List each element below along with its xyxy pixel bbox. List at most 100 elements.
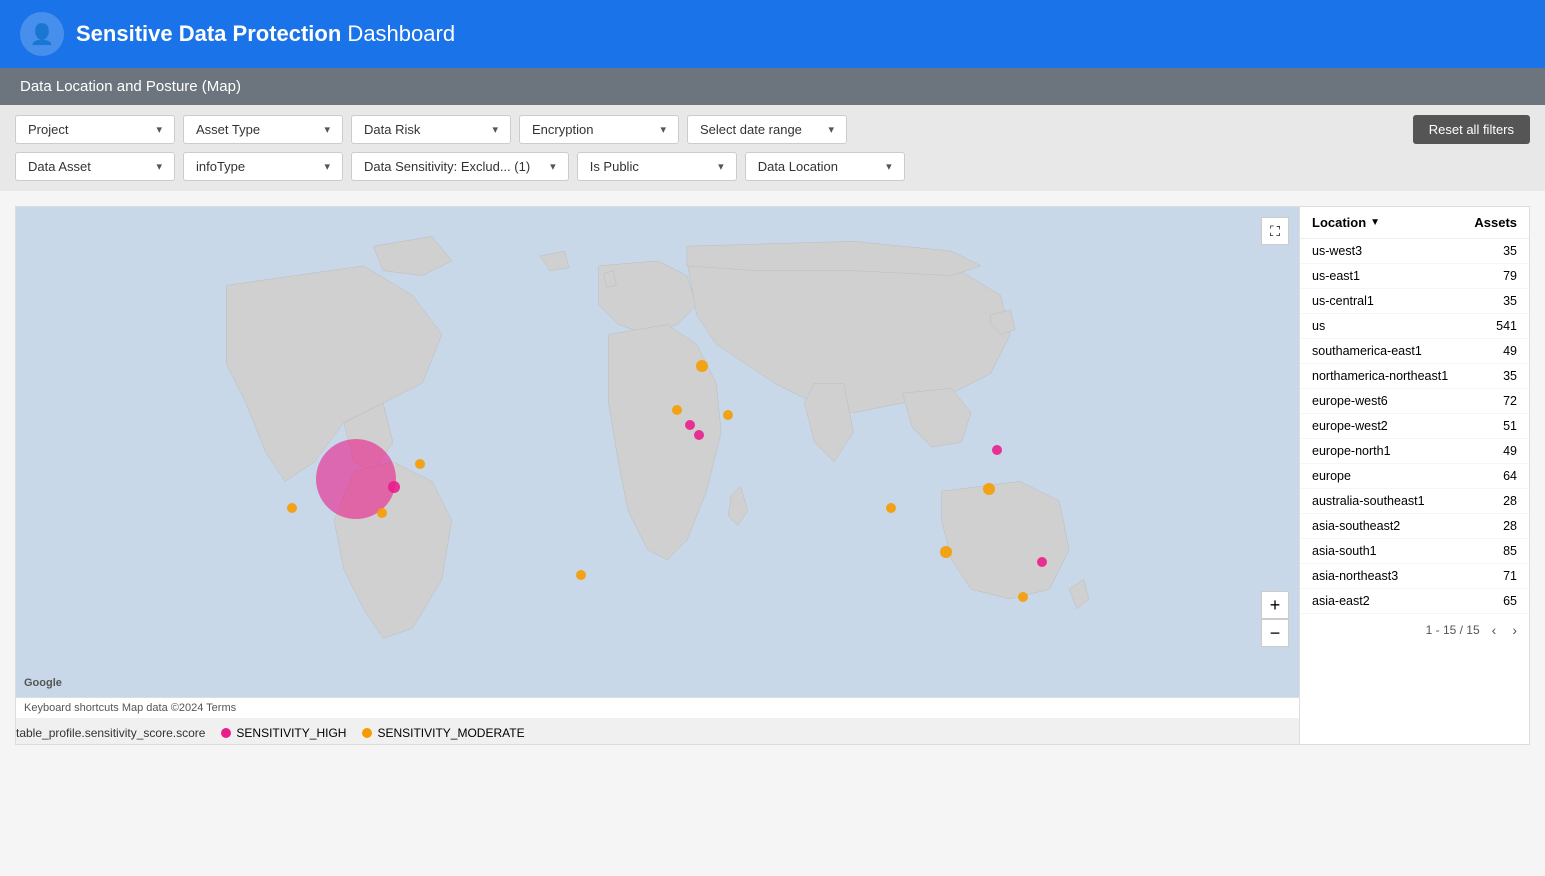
chevron-down-icon: ▾ xyxy=(886,160,892,173)
chevron-down-icon: ▾ xyxy=(550,160,556,173)
chevron-down-icon: ▾ xyxy=(156,160,162,173)
table-row: europe 64 xyxy=(1300,464,1529,489)
chevron-down-icon: ▾ xyxy=(718,160,724,173)
location-name: us-east1 xyxy=(1312,269,1360,283)
location-assets: 35 xyxy=(1503,294,1517,308)
main-content: ⛶ + − Google Keyboard shortcuts Map data… xyxy=(0,191,1545,760)
location-side-panel: Location ▼ Assets us-west335us-east179us… xyxy=(1300,206,1530,745)
reset-all-filters-button[interactable]: Reset all filters xyxy=(1413,115,1530,144)
location-assets: 49 xyxy=(1503,344,1517,358)
location-name: us xyxy=(1312,319,1325,333)
app-header: 👤 Sensitive Data Protection Dashboard xyxy=(0,0,1545,68)
table-row: asia-southeast2 28 xyxy=(1300,514,1529,539)
title-light: Dashboard xyxy=(341,21,455,46)
pagination: 1 - 15 / 15 ‹ › xyxy=(1300,614,1529,646)
pagination-info: 1 - 15 / 15 xyxy=(1426,623,1480,637)
table-row: europe-west6 72 xyxy=(1300,389,1529,414)
map-wrapper: ⛶ + − Google Keyboard shortcuts Map data… xyxy=(15,206,1300,745)
high-dot xyxy=(221,728,231,738)
location-assets: 79 xyxy=(1503,269,1517,283)
table-row: southamerica-east1 49 xyxy=(1300,339,1529,364)
table-row: us-central1 35 xyxy=(1300,289,1529,314)
filter-asset-type[interactable]: Asset Type ▾ xyxy=(183,115,343,144)
location-name: asia-northeast3 xyxy=(1312,569,1398,583)
legend-item-moderate: SENSITIVITY_MODERATE xyxy=(362,726,524,740)
filter-infotype[interactable]: infoType ▾ xyxy=(183,152,343,181)
location-name: europe-west6 xyxy=(1312,394,1388,408)
location-assets: 541 xyxy=(1496,319,1517,333)
location-name: europe-north1 xyxy=(1312,444,1391,458)
location-assets: 35 xyxy=(1503,244,1517,258)
location-assets: 35 xyxy=(1503,369,1517,383)
table-row: asia-northeast3 71 xyxy=(1300,564,1529,589)
filter-row-1: Project ▾ Asset Type ▾ Data Risk ▾ Encry… xyxy=(15,115,1530,144)
table-row: australia-southeast1 28 xyxy=(1300,489,1529,514)
filter-data-asset[interactable]: Data Asset ▾ xyxy=(15,152,175,181)
filter-data-risk[interactable]: Data Risk ▾ xyxy=(351,115,511,144)
filter-row-2: Data Asset ▾ infoType ▾ Data Sensitivity… xyxy=(15,152,1530,181)
moderate-dot xyxy=(362,728,372,738)
chevron-down-icon: ▾ xyxy=(324,160,330,173)
zoom-out-button[interactable]: − xyxy=(1261,619,1289,647)
app-logo: 👤 xyxy=(20,12,64,56)
legend-score-label: table_profile.sensitivity_score.score xyxy=(16,726,205,740)
expand-icon: ⛶ xyxy=(1270,223,1280,240)
chevron-down-icon: ▾ xyxy=(828,123,834,136)
col-location-header[interactable]: Location ▼ xyxy=(1312,215,1380,230)
title-bold: Sensitive Data Protection xyxy=(76,21,341,46)
location-assets: 64 xyxy=(1503,469,1517,483)
location-assets: 28 xyxy=(1503,519,1517,533)
table-row: asia-south185 xyxy=(1300,539,1529,564)
filter-project[interactable]: Project ▾ xyxy=(15,115,175,144)
location-assets: 28 xyxy=(1503,494,1517,508)
location-assets: 72 xyxy=(1503,394,1517,408)
logo-icon: 👤 xyxy=(30,22,55,47)
map-container[interactable]: ⛶ + − Google xyxy=(16,207,1299,697)
chevron-down-icon: ▾ xyxy=(660,123,666,136)
location-name: europe-west2 xyxy=(1312,419,1388,433)
app-title: Sensitive Data Protection Dashboard xyxy=(76,21,455,47)
pagination-next-button[interactable]: › xyxy=(1508,620,1521,640)
location-name: southamerica-east1 xyxy=(1312,344,1422,358)
location-rows-container: us-west335 us-east1 79 us-central1 35 us 541 so… xyxy=(1300,239,1529,614)
map-footer-text: Keyboard shortcuts Map data ©2024 Terms xyxy=(24,702,236,714)
legend-label-moderate: SENSITIVITY_MODERATE xyxy=(377,726,524,740)
legend-item-high: SENSITIVITY_HIGH xyxy=(221,726,346,740)
pagination-prev-button[interactable]: ‹ xyxy=(1488,620,1501,640)
map-legend: table_profile.sensitivity_score.score SE… xyxy=(16,718,1299,744)
table-row: europe-west2 51 xyxy=(1300,414,1529,439)
page-sub-header: Data Location and Posture (Map) xyxy=(0,68,1545,105)
location-name: northamerica-northeast1 xyxy=(1312,369,1448,383)
chevron-down-icon: ▾ xyxy=(324,123,330,136)
col-assets-header: Assets xyxy=(1474,215,1517,230)
map-zoom-controls: + − xyxy=(1261,591,1289,647)
location-name: us-central1 xyxy=(1312,294,1374,308)
location-name: europe xyxy=(1312,469,1351,483)
chevron-down-icon: ▾ xyxy=(492,123,498,136)
page-subtitle: Data Location and Posture (Map) xyxy=(20,78,241,95)
location-name: australia-southeast1 xyxy=(1312,494,1425,508)
filter-data-location[interactable]: Data Location ▾ xyxy=(745,152,905,181)
legend-label-high: SENSITIVITY_HIGH xyxy=(236,726,346,740)
location-name: asia-east2 xyxy=(1312,594,1370,608)
filters-container: Project ▾ Asset Type ▾ Data Risk ▾ Encry… xyxy=(0,105,1545,191)
filter-date-range[interactable]: Select date range ▾ xyxy=(687,115,847,144)
table-row: us-west335 xyxy=(1300,239,1529,264)
map-footer: Keyboard shortcuts Map data ©2024 Terms xyxy=(16,697,1299,718)
location-assets: 71 xyxy=(1503,569,1517,583)
table-row: us-east1 79 xyxy=(1300,264,1529,289)
location-assets: 85 xyxy=(1503,544,1517,558)
zoom-in-button[interactable]: + xyxy=(1261,591,1289,619)
location-name: asia-southeast2 xyxy=(1312,519,1400,533)
filter-data-sensitivity[interactable]: Data Sensitivity: Exclud... (1) ▾ xyxy=(351,152,569,181)
map-expand-button[interactable]: ⛶ xyxy=(1261,217,1289,245)
location-assets: 51 xyxy=(1503,419,1517,433)
filter-encryption[interactable]: Encryption ▾ xyxy=(519,115,679,144)
location-assets: 49 xyxy=(1503,444,1517,458)
location-assets: 65 xyxy=(1503,594,1517,608)
table-row: asia-east2 65 xyxy=(1300,589,1529,614)
google-logo: Google xyxy=(24,677,62,689)
filter-is-public[interactable]: Is Public ▾ xyxy=(577,152,737,181)
table-row: us 541 xyxy=(1300,314,1529,339)
chevron-down-icon: ▾ xyxy=(156,123,162,136)
